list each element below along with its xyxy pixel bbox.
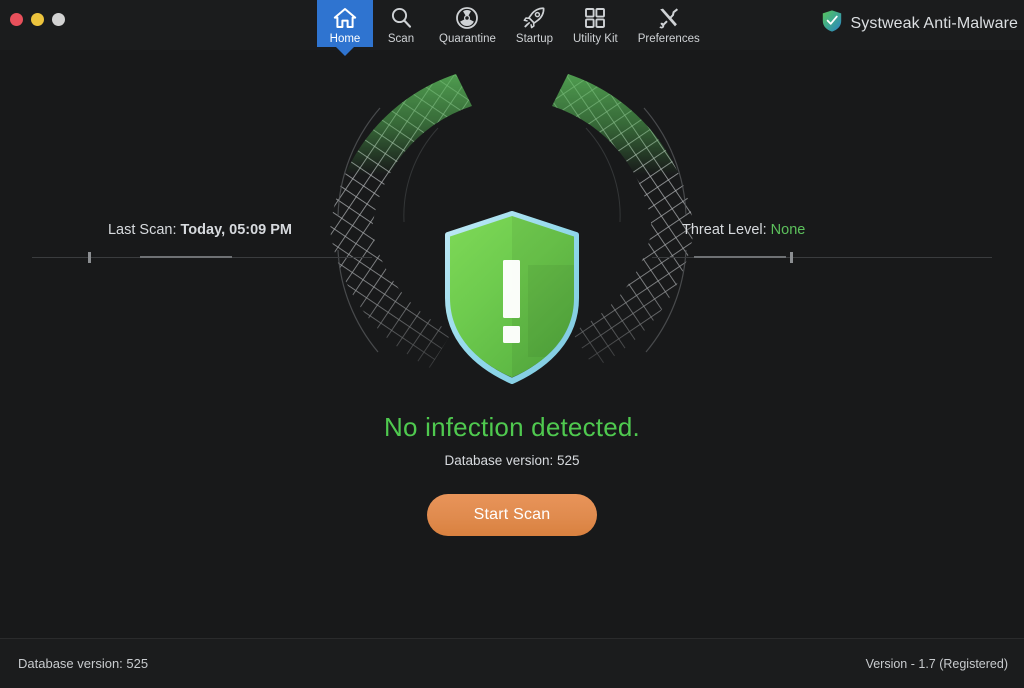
main-content: Last Scan: Today, 05:09 PM Threat Level:… xyxy=(0,50,1024,638)
tab-startup-label: Startup xyxy=(515,33,553,45)
track-fill xyxy=(140,256,232,258)
titlebar: Home Scan Quarantine Startup Utility Kit… xyxy=(0,0,1024,50)
track-knob xyxy=(88,252,91,263)
last-scan-label: Last Scan: xyxy=(107,222,177,238)
brand-name: Systweak Anti-Malware xyxy=(850,14,1018,32)
start-scan-button[interactable]: Start Scan xyxy=(427,494,597,536)
threat-level-label: Threat Level: xyxy=(682,222,767,238)
app-window: Home Scan Quarantine Startup Utility Kit… xyxy=(0,0,1024,688)
shield-exclamation-icon xyxy=(442,210,582,385)
track-knob xyxy=(790,252,793,263)
footer-version: Version - 1.7 (Registered) xyxy=(865,657,1008,671)
close-button[interactable] xyxy=(10,13,23,26)
footer: Database version: 525 Version - 1.7 (Reg… xyxy=(0,638,1024,688)
last-scan-status: Last Scan: Today, 05:09 PM xyxy=(32,222,372,263)
track-fill xyxy=(694,256,786,258)
last-scan-text: Last Scan: Today, 05:09 PM xyxy=(32,222,292,238)
grid-icon xyxy=(584,6,606,30)
last-scan-value: Today, 05:09 PM xyxy=(180,222,292,238)
brand: Systweak Anti-Malware xyxy=(821,9,1019,38)
radiation-icon xyxy=(455,6,479,30)
window-controls xyxy=(10,13,65,26)
main-navigation: Home Scan Quarantine Startup Utility Kit… xyxy=(317,0,710,50)
tab-quarantine-label: Quarantine xyxy=(439,33,496,45)
tab-utility-kit-label: Utility Kit xyxy=(572,33,618,45)
shield-logo-icon xyxy=(821,9,843,38)
tab-scan-label: Scan xyxy=(387,33,415,45)
home-icon xyxy=(333,6,357,30)
footer-database-version: Database version: 525 xyxy=(18,656,149,671)
search-icon xyxy=(389,6,413,30)
threat-level-status: Threat Level: None xyxy=(652,222,992,263)
tab-preferences[interactable]: Preferences xyxy=(628,0,710,47)
tools-icon xyxy=(657,6,681,30)
zoom-button[interactable] xyxy=(52,13,65,26)
tab-utility-kit[interactable]: Utility Kit xyxy=(563,0,628,47)
last-scan-track xyxy=(32,252,372,264)
minimize-button[interactable] xyxy=(31,13,44,26)
rocket-icon xyxy=(522,6,546,30)
threat-level-text: Threat Level: None xyxy=(682,222,992,238)
tab-quarantine[interactable]: Quarantine xyxy=(429,0,506,47)
database-version-main: Database version: 525 xyxy=(444,453,580,468)
tab-home[interactable]: Home xyxy=(317,0,373,47)
threat-level-track xyxy=(652,252,992,264)
tab-scan[interactable]: Scan xyxy=(373,0,429,47)
threat-level-value: None xyxy=(770,222,806,238)
status-headline: No infection detected. xyxy=(384,412,640,442)
tab-preferences-label: Preferences xyxy=(637,33,700,45)
tab-home-label: Home xyxy=(329,33,361,45)
tab-startup[interactable]: Startup xyxy=(506,0,563,47)
